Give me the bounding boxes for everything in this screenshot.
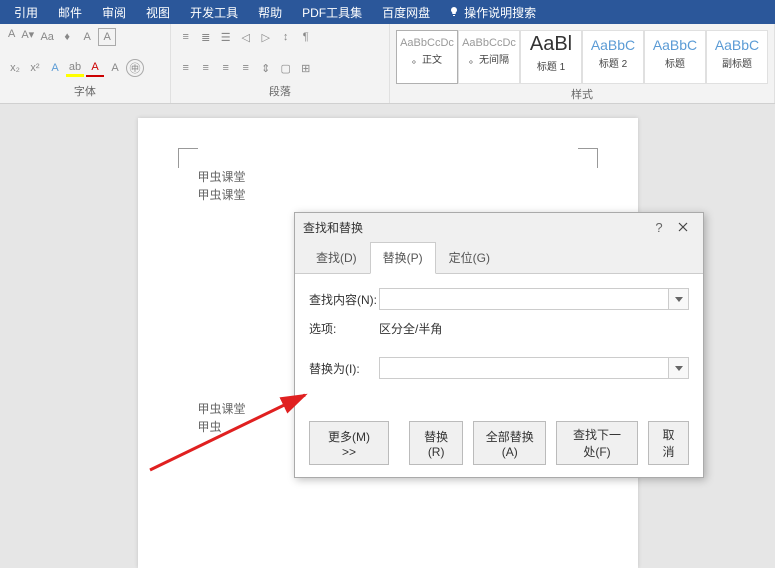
close-icon [678,222,688,232]
shading[interactable]: ▢ [277,59,295,77]
align-left[interactable]: ≡ [177,59,195,77]
tab-find[interactable]: 查找(D) [303,242,370,273]
menu-view[interactable]: 视图 [136,4,180,21]
dialog-button-row: 更多(M) >> 替换(R) 全部替换(A) 查找下一处(F) 取消 [295,413,703,477]
borders[interactable]: ⊞ [297,59,315,77]
ribbon-paragraph-group: ≡ ≣ ☰ ◁ ▷ ↕ ¶ ≡ ≡ ≡ ≡ ⇕ ▢ ⊞ 段落 [171,24,390,103]
highlight[interactable]: ab [66,59,84,77]
chevron-down-icon [675,297,683,302]
menu-help[interactable]: 帮助 [248,4,292,21]
find-dropdown[interactable] [669,288,689,310]
dialog-title: 查找和替换 [303,219,647,236]
ribbon-styles-group: AaBbCcDc。正文 AaBbCcDc。无间隔 AaBl标题 1 AaBbC标… [390,24,775,103]
multilevel[interactable]: ☰ [217,28,235,46]
subscript[interactable]: x₂ [6,59,24,77]
doc-line: 甲虫课堂 [198,168,578,186]
tab-goto[interactable]: 定位(G) [436,242,503,273]
change-case[interactable]: Aa [38,28,56,46]
font-color[interactable]: A [86,59,104,77]
replace-button[interactable]: 替换(R) [409,421,463,465]
dialog-close-button[interactable] [671,220,695,235]
superscript[interactable]: x² [26,59,44,77]
menu-references[interactable]: 引用 [4,4,48,21]
chevron-down-icon [675,366,683,371]
ribbon-font-group: A A▾ Aa ♦ A A x₂ x² A ab A A ㊥ 字体 [0,24,171,103]
find-next-button[interactable]: 查找下一处(F) [556,421,638,465]
menu-pdf-tools[interactable]: PDF工具集 [292,4,372,21]
replace-label: 替换为(I): [309,360,379,377]
phonetic-guide[interactable]: A [78,28,96,46]
dialog-body: 查找内容(N): 选项: 区分全/半角 替换为(I): [295,274,703,413]
align-right[interactable]: ≡ [217,59,235,77]
clear-formatting[interactable]: ♦ [58,28,76,46]
font-group-label: 字体 [6,81,164,99]
decrease-indent[interactable]: ◁ [237,28,255,46]
font-size-grow[interactable]: A [6,28,17,40]
menubar: 引用 邮件 审阅 视图 开发工具 帮助 PDF工具集 百度网盘 操作说明搜索 [0,0,775,24]
align-center[interactable]: ≡ [197,59,215,77]
menu-mailings[interactable]: 邮件 [48,4,92,21]
style-no-spacing[interactable]: AaBbCcDc。无间隔 [458,30,520,84]
dialog-help-button[interactable]: ? [647,220,671,235]
options-value: 区分全/半角 [379,320,442,337]
options-label: 选项: [309,320,379,337]
menu-developer[interactable]: 开发工具 [180,4,248,21]
show-marks[interactable]: ¶ [297,28,315,46]
numbering[interactable]: ≣ [197,28,215,46]
dialog-titlebar[interactable]: 查找和替换 ? [295,213,703,242]
style-subtitle[interactable]: AaBbC副标题 [706,30,768,84]
enclose-char[interactable]: ㊥ [126,59,144,77]
font-size-shrink[interactable]: A▾ [19,28,36,41]
replace-all-button[interactable]: 全部替换(A) [473,421,546,465]
dialog-tabs: 查找(D) 替换(P) 定位(G) [295,242,703,274]
lightbulb-icon [448,6,460,18]
styles-gallery[interactable]: AaBbCcDc。正文 AaBbCcDc。无间隔 AaBl标题 1 AaBbC标… [396,28,768,84]
line-spacing[interactable]: ⇕ [257,59,275,77]
char-border[interactable]: A [98,28,116,46]
replace-dropdown[interactable] [669,357,689,379]
doc-line: 甲虫课堂 [198,186,578,204]
cancel-button[interactable]: 取消 [648,421,689,465]
style-normal[interactable]: AaBbCcDc。正文 [396,30,458,84]
find-replace-dialog: 查找和替换 ? 查找(D) 替换(P) 定位(G) 查找内容(N): 选项: 区… [294,212,704,478]
paragraph-group-label: 段落 [177,81,383,99]
find-label: 查找内容(N): [309,291,379,308]
increase-indent[interactable]: ▷ [257,28,275,46]
align-justify[interactable]: ≡ [237,59,255,77]
bullets[interactable]: ≡ [177,28,195,46]
style-title[interactable]: AaBbC标题 [644,30,706,84]
menu-review[interactable]: 审阅 [92,4,136,21]
menu-baidu-disk[interactable]: 百度网盘 [372,4,440,21]
more-button[interactable]: 更多(M) >> [309,421,389,465]
char-shading[interactable]: A [106,59,124,77]
tell-me-search[interactable]: 操作说明搜索 [440,4,544,21]
styles-group-label: 样式 [396,84,768,102]
replace-input[interactable] [379,357,669,379]
find-input[interactable] [379,288,669,310]
style-heading1[interactable]: AaBl标题 1 [520,30,582,84]
tab-replace[interactable]: 替换(P) [370,242,436,274]
style-heading2[interactable]: AaBbC标题 2 [582,30,644,84]
text-effects[interactable]: A [46,59,64,77]
sort[interactable]: ↕ [277,28,295,46]
ribbon: A A▾ Aa ♦ A A x₂ x² A ab A A ㊥ 字体 ≡ ≣ ☰ … [0,24,775,104]
